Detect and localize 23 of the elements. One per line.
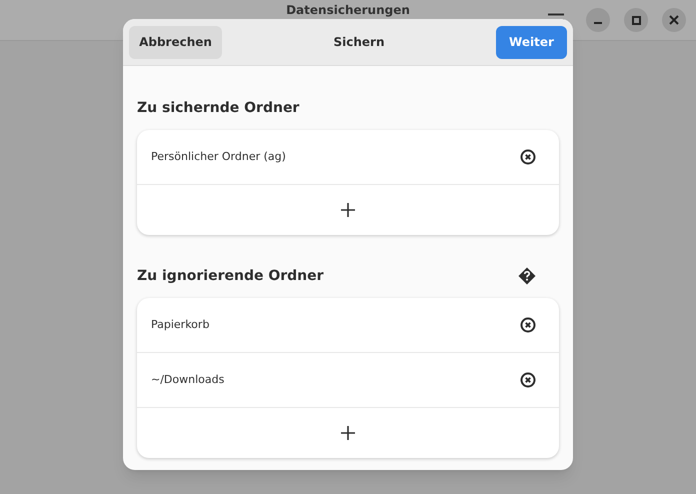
window-title: Datensicherungen xyxy=(285,2,411,19)
cancel-button[interactable]: Abbrechen xyxy=(129,26,222,58)
help-icon[interactable] xyxy=(518,267,536,285)
section-title: Zu ignorierende Ordner xyxy=(137,266,324,286)
next-button[interactable]: Weiter xyxy=(496,26,567,58)
section-title: Zu sichernde Ordner xyxy=(137,98,300,118)
add-icon[interactable] xyxy=(341,203,355,217)
minimize-button[interactable] xyxy=(586,8,610,32)
dialog-title: Sichern xyxy=(333,34,384,51)
add-icon[interactable] xyxy=(341,426,355,440)
folder-row[interactable]: Persönlicher Ordner (ag) xyxy=(137,130,559,185)
maximize-icon xyxy=(632,16,640,24)
folder-name: Persönlicher Ordner (ag) xyxy=(151,148,286,165)
maximize-button[interactable] xyxy=(624,8,648,32)
close-button[interactable] xyxy=(662,8,686,32)
folder-name: Papierkorb xyxy=(151,316,210,333)
remove-icon[interactable] xyxy=(520,149,536,165)
folder-row[interactable]: Papierkorb xyxy=(137,298,559,353)
close-icon xyxy=(669,15,679,25)
folder-row[interactable]: ~/Downloads xyxy=(137,353,559,408)
folder-name: ~/Downloads xyxy=(151,372,224,388)
remove-icon[interactable] xyxy=(520,372,536,388)
remove-icon[interactable] xyxy=(520,317,536,333)
